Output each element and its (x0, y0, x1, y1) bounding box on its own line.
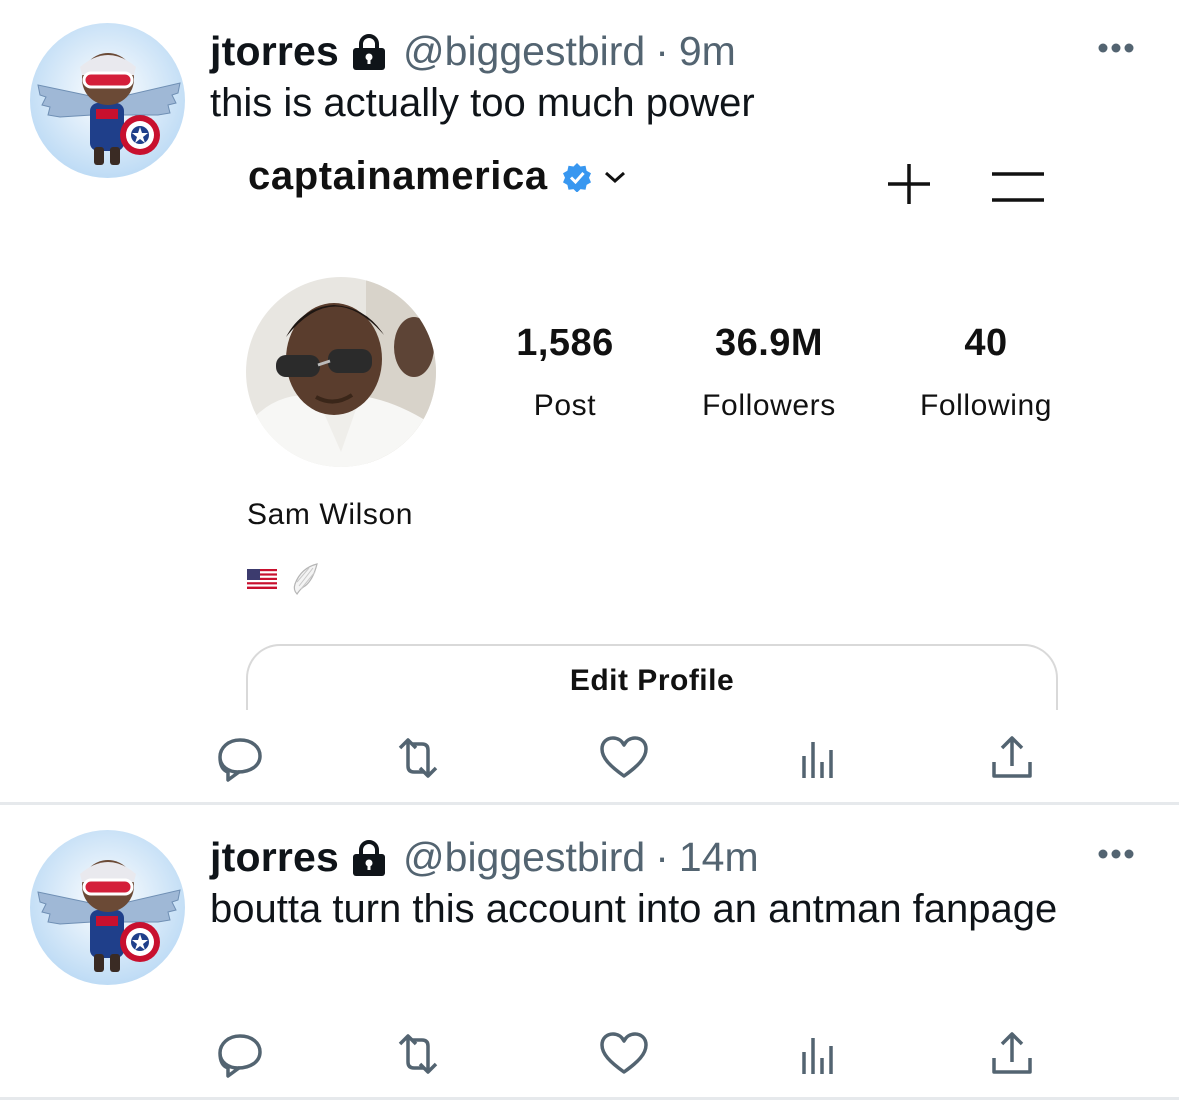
divider (0, 802, 1179, 805)
share-icon[interactable] (984, 730, 1040, 786)
stat-posts[interactable]: 1,586 Post (455, 322, 675, 423)
us-flag-icon (247, 569, 277, 589)
stats-icon[interactable] (790, 730, 846, 786)
lock-icon (353, 839, 386, 876)
timestamp[interactable]: 14m (679, 834, 759, 881)
profile-full-name: Sam Wilson (247, 498, 414, 531)
display-name[interactable]: jtorres (210, 834, 339, 881)
avatar[interactable] (30, 23, 185, 178)
stat-label: Following (919, 389, 1053, 422)
tweet[interactable]: jtorres @biggestbird · 14m boutta turn t… (0, 806, 1179, 1098)
retweet-icon[interactable] (390, 730, 446, 786)
tweet-text: this is actually too much power (210, 81, 755, 125)
stats-icon[interactable] (790, 1026, 846, 1082)
more-icon[interactable] (1097, 848, 1135, 860)
separator: · (655, 834, 669, 880)
stat-value: 40 (964, 322, 1008, 364)
tweet-actions (210, 1026, 1040, 1082)
avatar[interactable] (30, 830, 185, 985)
reply-icon[interactable] (212, 730, 268, 786)
display-name[interactable]: jtorres (210, 28, 339, 75)
tweet-actions (210, 730, 1040, 786)
profile-username: captainamerica (248, 154, 548, 198)
menu-icon (992, 172, 1044, 202)
stat-label: Post (533, 389, 597, 422)
handle[interactable]: @biggestbird (403, 834, 645, 881)
handle[interactable]: @biggestbird (403, 28, 645, 75)
tweet-text: boutta turn this account into an antman … (210, 887, 1058, 931)
stat-followers[interactable]: 36.9M Followers (659, 322, 879, 423)
retweet-icon[interactable] (390, 1026, 446, 1082)
attached-image[interactable]: captainamerica 1,586 Post 36.9M Follower… (212, 140, 1092, 710)
like-icon[interactable] (596, 1026, 652, 1082)
profile-header: captainamerica (248, 154, 628, 199)
tweet-header: jtorres @biggestbird · 14m (210, 834, 759, 881)
tweet-header: jtorres @biggestbird · 9m (210, 28, 736, 75)
stat-following[interactable]: 40 Following (876, 322, 1096, 423)
timestamp[interactable]: 9m (679, 28, 736, 75)
profile-bio (247, 562, 319, 596)
profile-photo (246, 277, 436, 467)
wing-icon (293, 563, 318, 595)
plus-icon (888, 164, 930, 204)
verified-icon (562, 162, 591, 192)
chevron-down-icon (604, 171, 625, 183)
like-icon[interactable] (596, 730, 652, 786)
share-icon[interactable] (984, 1026, 1040, 1082)
separator: · (655, 28, 669, 74)
divider (0, 1097, 1179, 1100)
edit-profile-button: Edit Profile (246, 644, 1058, 710)
stat-value: 36.9M (714, 322, 824, 364)
stat-value: 1,586 (516, 322, 614, 364)
reply-icon[interactable] (212, 1026, 268, 1082)
lock-icon (353, 33, 386, 70)
tweet[interactable]: jtorres @biggestbird · 9m this is actual… (0, 0, 1179, 803)
more-icon[interactable] (1097, 42, 1135, 54)
stat-label: Followers (702, 389, 836, 422)
